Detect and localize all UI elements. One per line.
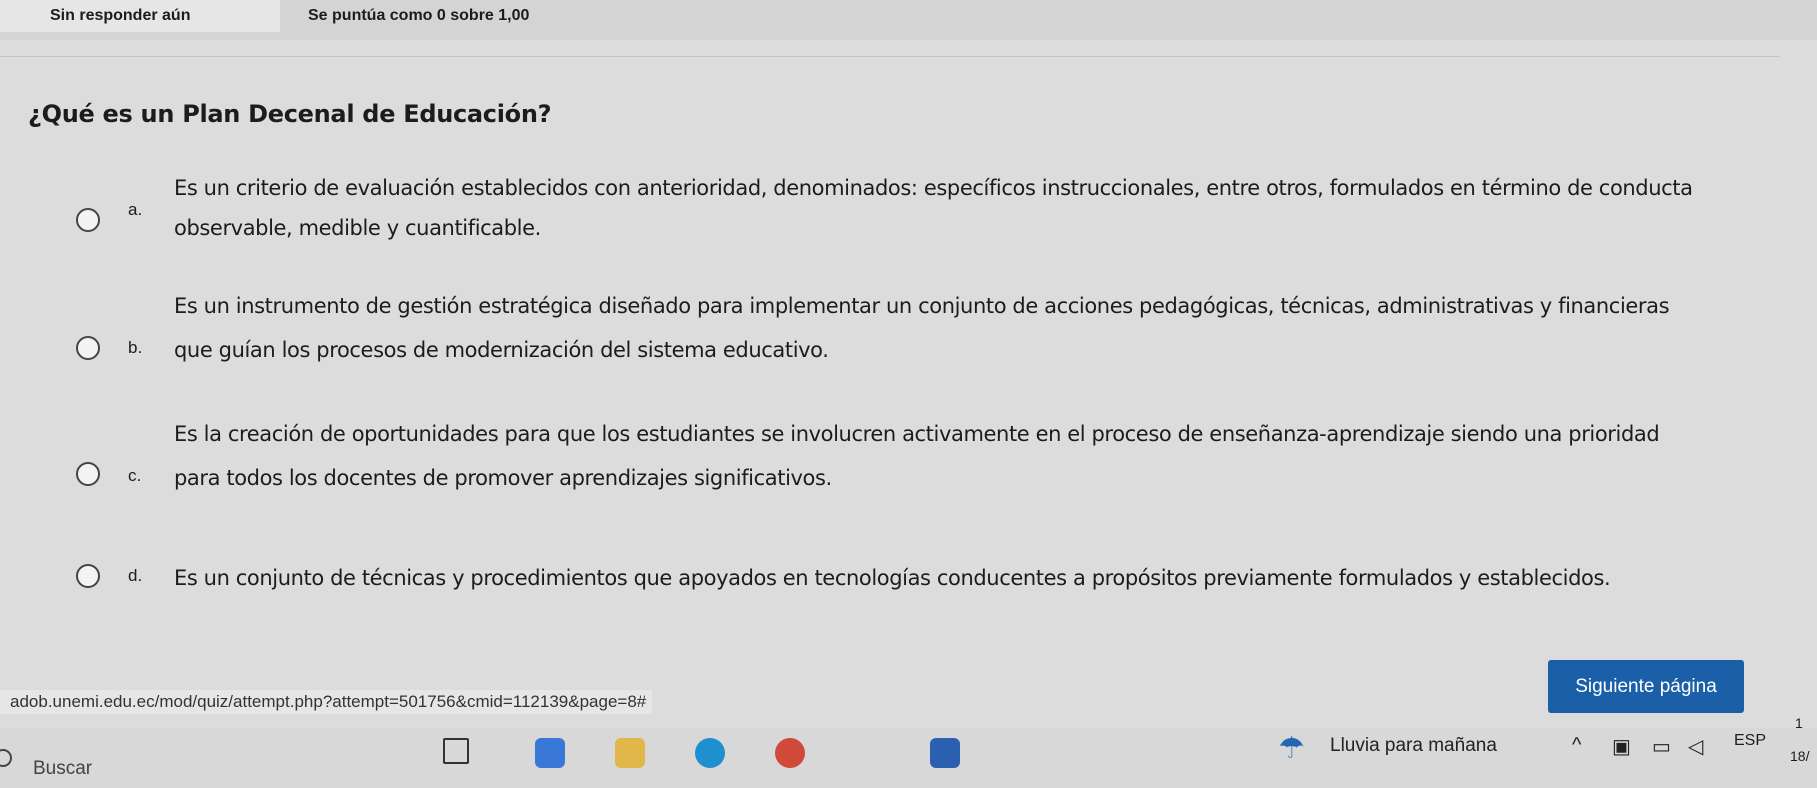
chevron-up-icon[interactable]: ^	[1572, 734, 1581, 757]
option-text-line: para todos los docentes de promover apre…	[174, 466, 832, 490]
edge-browser-icon[interactable]	[695, 738, 725, 768]
option-letter: d.	[128, 566, 143, 585]
files-app-icon[interactable]	[535, 738, 565, 768]
option-letter: a.	[128, 200, 143, 219]
question-text: ¿Qué es un Plan Decenal de Educación?	[28, 100, 552, 128]
chrome-browser-icon[interactable]	[775, 738, 805, 768]
quiz-info-bar: Sin responder aún Se puntúa como 0 sobre…	[0, 0, 1817, 40]
search-icon	[0, 749, 12, 767]
rain-cloud-icon[interactable]: ☂	[1278, 731, 1305, 766]
folder-icon[interactable]	[615, 738, 645, 768]
option-text-line: Es un criterio de evaluación establecido…	[174, 176, 1693, 200]
divider	[0, 56, 1780, 57]
radio-button-b[interactable]	[76, 336, 100, 360]
option-letter: b.	[128, 338, 143, 357]
taskbar-search[interactable]: Buscar	[0, 728, 300, 788]
option-text: Es un instrumento de gestión estratégica…	[174, 286, 1734, 370]
points-text: Se puntúa como 0 sobre 1,00	[308, 7, 530, 24]
option-text: Es un criterio de evaluación establecido…	[174, 168, 1734, 248]
camera-icon[interactable]: ▣	[1612, 734, 1631, 759]
status-badge: Sin responder aún	[0, 0, 280, 32]
weather-text[interactable]: Lluvia para mañana	[1330, 735, 1497, 757]
radio-button-d[interactable]	[76, 564, 100, 588]
taskview-icon[interactable]	[443, 738, 469, 764]
next-page-button[interactable]: Siguiente página	[1548, 660, 1744, 713]
option-text-line: observable, medible y cuantificable.	[174, 216, 541, 240]
option-letter: c.	[128, 466, 142, 485]
volume-icon[interactable]: ◁	[1688, 734, 1703, 759]
option-text: Es la creación de oportunidades para que…	[174, 414, 1734, 498]
search-label: Buscar	[33, 758, 93, 779]
option-text-line: Es la creación de oportunidades para que…	[174, 422, 1660, 446]
status-url: adob.unemi.edu.ec/mod/quiz/attempt.php?a…	[0, 690, 653, 714]
word-app-icon[interactable]	[930, 738, 960, 768]
option-text-line: que guían los procesos de modernización …	[174, 338, 829, 362]
clock-time[interactable]: 1	[1795, 715, 1803, 731]
taskbar: Buscar ☂ Lluvia para mañana ^ ▣ ▭ ◁ ESP …	[0, 715, 1817, 788]
clock-date[interactable]: 18/	[1790, 748, 1809, 764]
radio-button-a[interactable]	[76, 208, 100, 232]
language-indicator[interactable]: ESP	[1734, 732, 1766, 750]
network-icon[interactable]: ▭	[1652, 734, 1671, 759]
radio-button-c[interactable]	[76, 462, 100, 486]
option-text-line: Es un instrumento de gestión estratégica…	[174, 294, 1670, 318]
option-text-line: Es un conjunto de técnicas y procedimien…	[174, 566, 1611, 590]
option-text: Es un conjunto de técnicas y procedimien…	[174, 558, 1734, 598]
